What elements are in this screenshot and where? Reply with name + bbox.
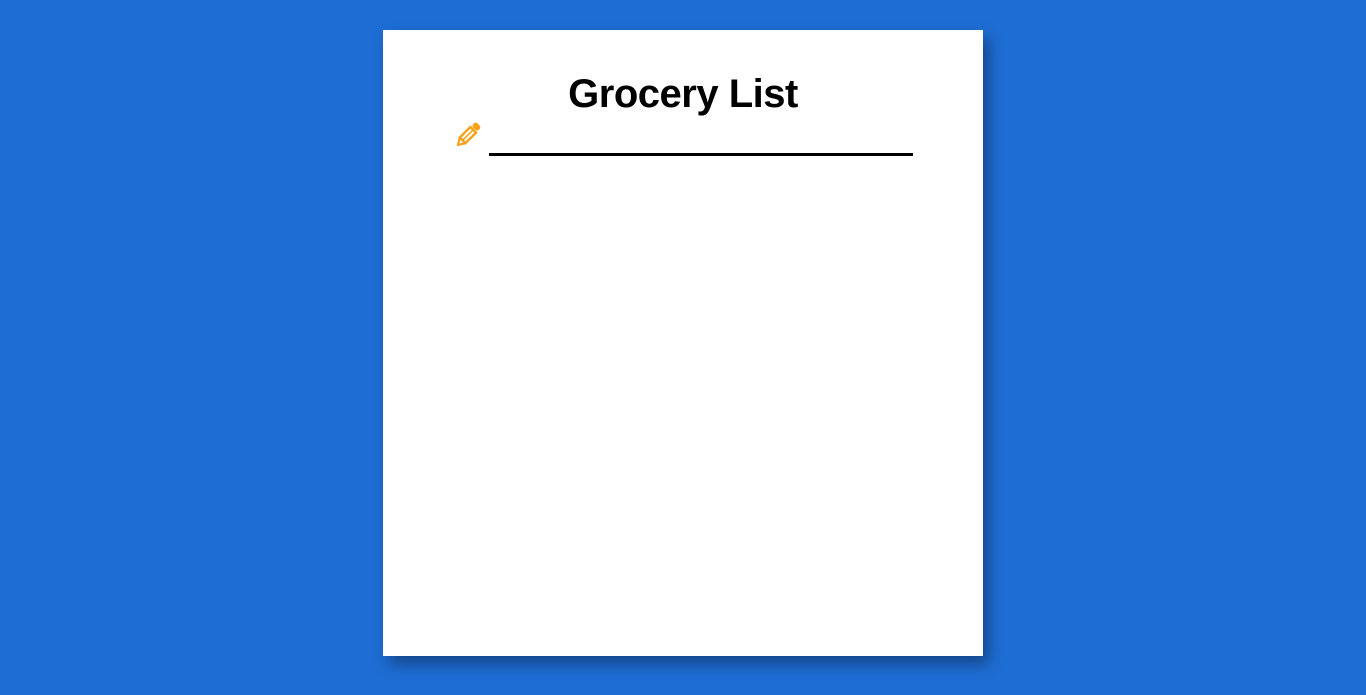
- add-item-input[interactable]: [489, 122, 913, 156]
- grocery-card: Grocery List: [383, 30, 983, 656]
- add-item-row: [451, 116, 913, 158]
- pencil-icon: [456, 122, 481, 147]
- page-title: Grocery List: [568, 72, 798, 116]
